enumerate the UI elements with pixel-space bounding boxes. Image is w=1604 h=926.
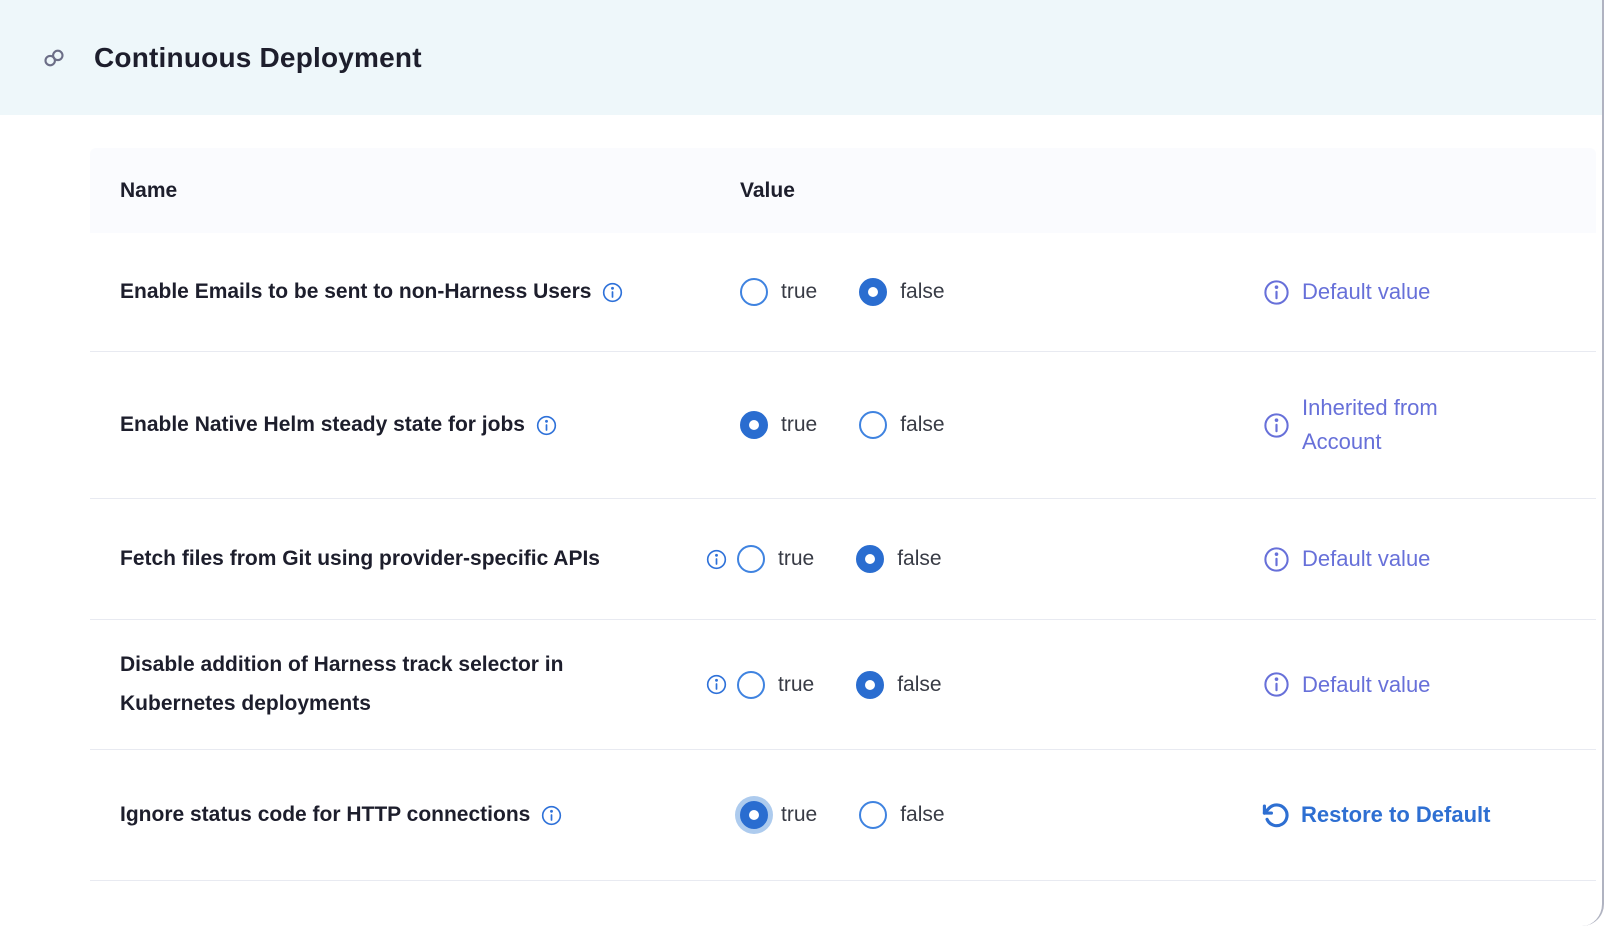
setting-row-enable-emails: Enable Emails to be sent to non-Harness … <box>90 233 1596 352</box>
section-title: Continuous Deployment <box>94 42 422 74</box>
table-header-row: Name Value <box>90 148 1596 233</box>
status-text: Default value <box>1302 546 1430 572</box>
info-icon[interactable] <box>705 673 728 696</box>
column-header-value: Value <box>740 179 795 203</box>
setting-value-cell: true false <box>700 545 1220 573</box>
radio-true-label[interactable]: true <box>778 547 814 571</box>
setting-value-cell: true false <box>700 671 1220 699</box>
radio-option-true[interactable]: true <box>737 671 814 699</box>
radio-false-label[interactable]: false <box>900 803 944 827</box>
radio-true[interactable] <box>737 545 765 573</box>
radio-option-false[interactable]: false <box>856 671 941 699</box>
radio-false[interactable] <box>859 411 887 439</box>
settings-table: Name Value Enable Emails to be sent to n… <box>90 148 1596 881</box>
setting-status-cell: Inherited from Account <box>1220 391 1596 459</box>
radio-option-false[interactable]: false <box>859 801 944 829</box>
radio-true[interactable] <box>740 278 768 306</box>
radio-false[interactable] <box>856 545 884 573</box>
info-icon[interactable] <box>1262 411 1291 440</box>
setting-name-cell: Enable Emails to be sent to non-Harness … <box>120 273 700 312</box>
setting-name: Enable Native Helm steady state for jobs <box>120 406 525 445</box>
info-icon[interactable] <box>1262 670 1291 699</box>
info-icon[interactable] <box>535 414 558 437</box>
setting-name: Ignore status code for HTTP connections <box>120 796 530 835</box>
radio-false-label[interactable]: false <box>897 547 941 571</box>
radio-option-false[interactable]: false <box>859 278 944 306</box>
info-icon[interactable] <box>705 548 728 571</box>
status-default-value: Default value <box>1262 545 1430 574</box>
radio-false[interactable] <box>859 801 887 829</box>
setting-name-cell: Disable addition of Harness track select… <box>120 646 700 724</box>
setting-value-cell: true false <box>700 411 1220 439</box>
status-default-value: Default value <box>1262 278 1430 307</box>
radio-false-label[interactable]: false <box>897 673 941 697</box>
setting-status-cell: Default value <box>1220 670 1596 699</box>
setting-status-cell: Default value <box>1220 545 1596 574</box>
setting-row-disable-track-selector: Disable addition of Harness track select… <box>90 620 1596 750</box>
setting-name: Disable addition of Harness track select… <box>120 646 680 724</box>
radio-false-label[interactable]: false <box>900 413 944 437</box>
radio-false[interactable] <box>856 671 884 699</box>
info-icon[interactable] <box>1262 545 1291 574</box>
radio-option-true[interactable]: true <box>740 411 817 439</box>
status-text: Default value <box>1302 672 1430 698</box>
status-default-value: Default value <box>1262 670 1430 699</box>
radio-option-true[interactable]: true <box>737 545 814 573</box>
setting-name: Fetch files from Git using provider-spec… <box>120 540 600 579</box>
section-header: Continuous Deployment <box>0 0 1602 115</box>
setting-name-cell: Fetch files from Git using provider-spec… <box>120 540 700 579</box>
setting-row-native-helm: Enable Native Helm steady state for jobs… <box>90 352 1596 499</box>
radio-true-label[interactable]: true <box>781 413 817 437</box>
setting-value-cell: true false <box>700 278 1220 306</box>
info-icon[interactable] <box>601 281 624 304</box>
status-text: Inherited from Account <box>1302 391 1507 459</box>
setting-row-fetch-files-git: Fetch files from Git using provider-spec… <box>90 499 1596 620</box>
radio-true-label[interactable]: true <box>781 803 817 827</box>
setting-name: Enable Emails to be sent to non-Harness … <box>120 273 591 312</box>
status-text: Default value <box>1302 279 1430 305</box>
radio-true-label[interactable]: true <box>781 280 817 304</box>
setting-status-cell: Default value <box>1220 278 1596 307</box>
setting-name-cell: Ignore status code for HTTP connections <box>120 796 700 835</box>
info-icon[interactable] <box>540 804 563 827</box>
radio-option-true[interactable]: true <box>740 278 817 306</box>
restore-icon[interactable] <box>1262 801 1291 830</box>
radio-false[interactable] <box>859 278 887 306</box>
radio-option-true[interactable]: true <box>740 801 817 829</box>
radio-false-label[interactable]: false <box>900 280 944 304</box>
info-icon[interactable] <box>1262 278 1291 307</box>
radio-true-label[interactable]: true <box>778 673 814 697</box>
column-header-name: Name <box>120 179 700 203</box>
radio-option-false[interactable]: false <box>856 545 941 573</box>
radio-true[interactable] <box>737 671 765 699</box>
status-inherited-from-account: Inherited from Account <box>1262 391 1507 459</box>
setting-status-cell: Restore to Default <box>1220 801 1596 830</box>
restore-to-default-button[interactable]: Restore to Default <box>1262 801 1490 830</box>
settings-panel: Continuous Deployment Name Value Enable … <box>0 0 1604 926</box>
setting-value-cell: true false <box>700 801 1220 829</box>
radio-true[interactable] <box>740 801 768 829</box>
setting-row-ignore-status-code: Ignore status code for HTTP connections … <box>90 750 1596 881</box>
setting-name-cell: Enable Native Helm steady state for jobs <box>120 406 700 445</box>
restore-label[interactable]: Restore to Default <box>1301 802 1490 828</box>
radio-true[interactable] <box>740 411 768 439</box>
radio-option-false[interactable]: false <box>859 411 944 439</box>
link-icon[interactable] <box>42 46 66 70</box>
